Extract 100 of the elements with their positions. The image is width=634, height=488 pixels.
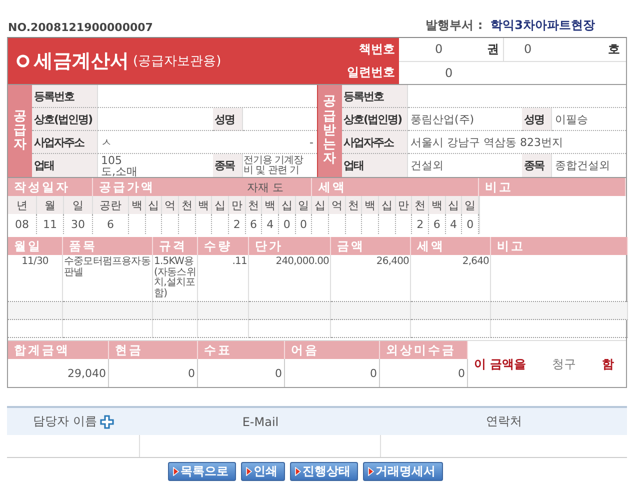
field-value: 105 도,소매 [100, 154, 138, 177]
column-label: 일 [296, 196, 312, 214]
column-header: 세액 [312, 178, 479, 196]
form-title: 세금계산서 [34, 49, 129, 74]
field-label: 등록번호 [342, 85, 408, 108]
column-label: 일 [64, 196, 93, 214]
triangle-icon [172, 467, 178, 476]
field-value: 0 [445, 66, 453, 80]
field-label: 등록번호 [32, 85, 98, 108]
table-cell: 0 [278, 214, 296, 234]
table-cell [153, 302, 198, 320]
column-label: 십 [278, 196, 296, 214]
unit-label: 권 [487, 40, 499, 58]
field-value: ㅅ [101, 136, 112, 148]
table-cell [8, 302, 63, 320]
table-cell [198, 302, 249, 320]
table-cell: 2 [412, 214, 429, 234]
party-heading: 공급받는자 [318, 85, 342, 177]
field-label: 책번호 [359, 41, 395, 58]
column-label: 십 [446, 196, 462, 214]
table-cell: 30 [64, 214, 93, 234]
column-label: 천 [246, 196, 262, 214]
column-header: 어음 [285, 341, 380, 359]
column-header: 세액 [411, 237, 491, 255]
column-label: 천 [346, 196, 362, 214]
table-cell: 0 [462, 214, 479, 234]
table-cell: 6 [93, 214, 129, 234]
table-cell [153, 320, 198, 338]
field-label: 성명 [522, 108, 552, 131]
column-label: 백 [262, 196, 279, 214]
field-label: 상호(법인명) [342, 108, 408, 131]
invoice-number: NO.2008121900000007 [8, 21, 153, 34]
column-header: 비고 [491, 237, 628, 255]
action-button[interactable]: 거래명세서 [362, 462, 442, 481]
column-header: 수량 [198, 237, 249, 255]
table-cell: 0 [198, 359, 285, 387]
claim-text: 청구 [552, 356, 576, 372]
column-label: 천 [412, 196, 429, 214]
table-cell: 6 [428, 214, 446, 234]
column-label: 월 [37, 196, 64, 214]
triangle-icon [368, 467, 374, 476]
column-header: 담당자 이름 [33, 413, 97, 430]
column-header: 합계금액 [8, 341, 109, 359]
column-label: 백 [428, 196, 446, 214]
column-label: 십 [146, 196, 162, 214]
table-cell [198, 320, 249, 338]
column-label: 십 [378, 196, 396, 214]
table-cell: 29,040 [8, 359, 109, 387]
column-label: 백 [362, 196, 379, 214]
column-label: 백 [129, 196, 146, 214]
claim-text: 함 [602, 356, 614, 372]
column-label: 억 [162, 196, 179, 214]
table-cell [8, 320, 63, 338]
column-label: 만 [396, 196, 412, 214]
table-cell: 6 [246, 214, 262, 234]
department-label: 발행부서 : [426, 17, 483, 34]
column-header: 비고 [478, 178, 626, 196]
action-button[interactable]: 목록으로 [168, 462, 236, 481]
circle-icon [16, 54, 30, 68]
department-name: 학익3차아파트현장 [490, 17, 595, 34]
column-label: 천 [178, 196, 196, 214]
field-label: 종목 [522, 154, 552, 177]
column-header: 규격 [153, 237, 198, 255]
column-header: 현금 [109, 341, 198, 359]
column-label: 백 [196, 196, 212, 214]
field-label: 성명 [212, 108, 242, 131]
table-cell: 0 [285, 359, 380, 387]
column-label: 만 [228, 196, 246, 214]
column-header: 작성일자 [8, 178, 93, 196]
party-heading: 공급자 [8, 85, 32, 177]
header-note: 자재 도 [246, 180, 284, 194]
field-label: 사업자주소 [32, 131, 98, 154]
field-label: 업태 [342, 154, 408, 177]
column-header: 금액 [331, 237, 411, 255]
field-label: 사업자주소 [342, 131, 408, 154]
column-header: E-Mail [242, 414, 279, 428]
table-cell: 0 [296, 214, 312, 234]
column-label: 년 [8, 196, 37, 214]
column-label: 십 [212, 196, 229, 214]
field-value: 건설외 [410, 158, 444, 174]
column-label: 억 [328, 196, 346, 214]
table-cell: 4 [262, 214, 279, 234]
action-button[interactable]: 인쇄 [240, 462, 284, 481]
table-cell: 11 [37, 214, 64, 234]
field-label: 업태 [32, 154, 98, 177]
table-cell: 2 [228, 214, 246, 234]
table-cell: 08 [8, 214, 37, 234]
table-cell: 0 [109, 359, 198, 387]
column-label: 공란 [93, 196, 129, 214]
plus-icon [100, 414, 114, 428]
action-button[interactable]: 진행상태 [290, 462, 358, 481]
field-label: 상호(법인명) [32, 108, 98, 131]
unit-label: 호 [608, 40, 620, 58]
column-header: 단가 [249, 237, 331, 255]
table-cell: 0 [380, 359, 468, 387]
column-header: 품목 [63, 237, 153, 255]
field-value: 0 [524, 42, 532, 56]
column-label: 일 [462, 196, 479, 214]
column-header: 월일 [8, 237, 63, 255]
field-label: 일련번호 [347, 64, 395, 81]
